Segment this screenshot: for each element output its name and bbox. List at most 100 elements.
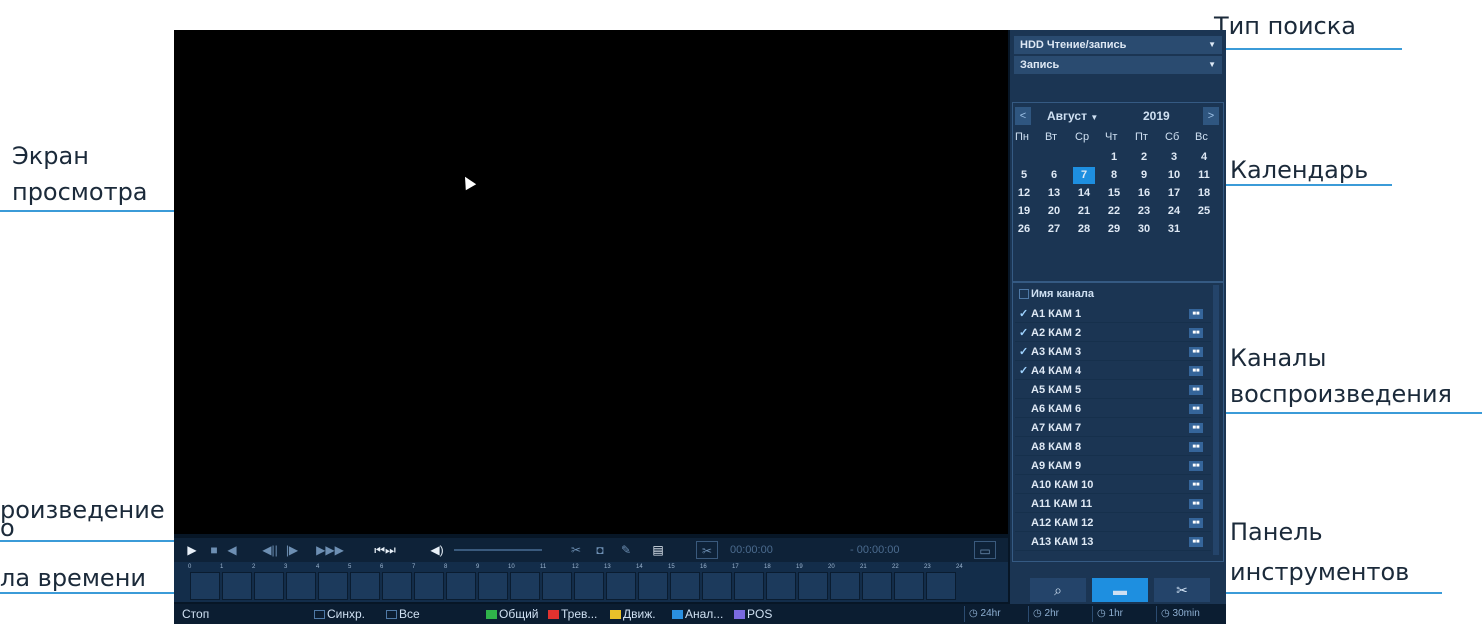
search-source-select[interactable]: HDD Чтение/запись ▼ bbox=[1014, 36, 1222, 54]
slow-icon[interactable]: ◀|| bbox=[260, 541, 280, 559]
calendar-day[interactable]: 17 bbox=[1163, 185, 1185, 202]
checkmark-icon[interactable]: ✓ bbox=[1019, 305, 1031, 323]
calendar-day[interactable]: 3 bbox=[1163, 149, 1185, 166]
all-checkbox[interactable]: Все bbox=[386, 604, 420, 624]
channel-row[interactable]: ✓ A1 КАМ 1 ■■ bbox=[1015, 305, 1211, 323]
timeline-cell[interactable] bbox=[638, 572, 668, 600]
calendar-day[interactable]: 25 bbox=[1193, 203, 1215, 220]
checkmark-icon[interactable]: ✓ bbox=[1019, 343, 1031, 361]
zoom-button[interactable]: ◷ 24hr bbox=[964, 606, 1005, 622]
channel-row[interactable]: ✓ A3 КАМ 3 ■■ bbox=[1015, 343, 1211, 361]
volume-slider[interactable] bbox=[454, 549, 542, 551]
calendar-day[interactable]: 31 bbox=[1163, 221, 1185, 238]
timeline-cell[interactable] bbox=[574, 572, 604, 600]
calendar-day[interactable]: 12 bbox=[1013, 185, 1035, 202]
record-type-icon[interactable]: ■■ bbox=[1189, 442, 1203, 452]
calendar-day[interactable]: 16 bbox=[1133, 185, 1155, 202]
channel-row[interactable]: A5 КАМ 5 ■■ bbox=[1015, 381, 1211, 399]
channel-row[interactable]: A10 КАМ 10 ■■ bbox=[1015, 476, 1211, 494]
timeline-cell[interactable] bbox=[862, 572, 892, 600]
timeline-cell[interactable] bbox=[734, 572, 764, 600]
calendar-day[interactable]: 27 bbox=[1043, 221, 1065, 238]
timeline-cell[interactable] bbox=[478, 572, 508, 600]
calendar-day[interactable]: 1 bbox=[1103, 149, 1125, 166]
sync-checkbox[interactable]: Синхр. bbox=[314, 604, 365, 624]
clip-icon[interactable]: ✂ bbox=[696, 541, 718, 559]
calendar-day[interactable]: 20 bbox=[1043, 203, 1065, 220]
channel-row[interactable]: A7 КАМ 7 ■■ bbox=[1015, 419, 1211, 437]
skip-icon[interactable]: ⏮⏭ bbox=[362, 541, 408, 559]
timeline-cell[interactable] bbox=[510, 572, 540, 600]
calendar-day[interactable]: 11 bbox=[1193, 167, 1215, 184]
record-type-icon[interactable]: ■■ bbox=[1189, 366, 1203, 376]
timeline-cell[interactable] bbox=[606, 572, 636, 600]
timeline-cell[interactable] bbox=[798, 572, 828, 600]
camera-icon[interactable]: ◘ bbox=[592, 541, 608, 559]
timeline-cell[interactable] bbox=[254, 572, 284, 600]
step-icon[interactable]: |▶ bbox=[282, 541, 302, 559]
calendar-day[interactable]: 9 bbox=[1133, 167, 1155, 184]
calendar-day[interactable]: 23 bbox=[1133, 203, 1155, 220]
calendar-day[interactable]: 26 bbox=[1013, 221, 1035, 238]
checkmark-icon[interactable]: ✓ bbox=[1019, 362, 1031, 380]
record-type-icon[interactable]: ■■ bbox=[1189, 328, 1203, 338]
timeline-bar[interactable]: 0 1 2 3 4 5 6 7 8 9 10 11 12 13 14 15 16 17 18 19 20 21 22 23 24 bbox=[174, 562, 1008, 602]
save-icon[interactable]: ▭ bbox=[974, 541, 996, 559]
calendar-day[interactable]: 10 bbox=[1163, 167, 1185, 184]
channel-row[interactable]: ✓ A4 КАМ 4 ■■ bbox=[1015, 362, 1211, 380]
calendar-day[interactable]: 6 bbox=[1043, 167, 1065, 184]
timeline-cell[interactable] bbox=[382, 572, 412, 600]
channel-scrollbar[interactable] bbox=[1213, 285, 1219, 555]
stop-icon[interactable]: ■ bbox=[206, 541, 222, 559]
timeline-cell[interactable] bbox=[926, 572, 956, 600]
display-mode-icon[interactable]: ▤ bbox=[646, 541, 670, 559]
zoom-button[interactable]: ◷ 30min bbox=[1156, 606, 1204, 622]
record-type-icon[interactable]: ■■ bbox=[1189, 518, 1203, 528]
timeline-cell[interactable] bbox=[894, 572, 924, 600]
calendar-day[interactable]: 22 bbox=[1103, 203, 1125, 220]
year-field[interactable]: 2019 bbox=[1135, 107, 1191, 125]
calendar-day[interactable]: 29 bbox=[1103, 221, 1125, 238]
channel-row[interactable]: ✓ A2 КАМ 2 ■■ bbox=[1015, 324, 1211, 342]
zoom-button[interactable]: ◷ 1hr bbox=[1092, 606, 1127, 622]
timeline-cell[interactable] bbox=[350, 572, 380, 600]
time-start-field[interactable]: 00:00:00 bbox=[730, 541, 816, 559]
channel-row[interactable]: A9 КАМ 9 ■■ bbox=[1015, 457, 1211, 475]
play-icon[interactable]: ▶ bbox=[184, 541, 200, 559]
channel-row[interactable]: A11 КАМ 11 ■■ bbox=[1015, 495, 1211, 513]
calendar-day[interactable]: 30 bbox=[1133, 221, 1155, 238]
record-type-icon[interactable]: ■■ bbox=[1189, 499, 1203, 509]
timeline-cell[interactable] bbox=[766, 572, 796, 600]
record-type-icon[interactable]: ■■ bbox=[1189, 480, 1203, 490]
volume-icon[interactable]: ◀) bbox=[426, 541, 448, 559]
month-select[interactable]: Август ▼ bbox=[1037, 107, 1127, 125]
channel-row[interactable]: A13 КАМ 13 ■■ bbox=[1015, 533, 1211, 551]
channel-row[interactable]: A6 КАМ 6 ■■ bbox=[1015, 400, 1211, 418]
timeline-cell[interactable] bbox=[414, 572, 444, 600]
cut-icon[interactable]: ✂ bbox=[568, 541, 584, 559]
timeline-cell[interactable] bbox=[830, 572, 860, 600]
record-type-icon[interactable]: ■■ bbox=[1189, 461, 1203, 471]
calendar-day[interactable]: 7 bbox=[1073, 167, 1095, 184]
calendar-day[interactable]: 21 bbox=[1073, 203, 1095, 220]
calendar-day[interactable]: 24 bbox=[1163, 203, 1185, 220]
calendar-day[interactable]: 8 bbox=[1103, 167, 1125, 184]
timeline-cell[interactable] bbox=[318, 572, 348, 600]
calendar-day[interactable]: 13 bbox=[1043, 185, 1065, 202]
view-screen[interactable] bbox=[174, 30, 1008, 534]
time-end-field[interactable]: - 00:00:00 bbox=[850, 541, 942, 559]
calendar-day[interactable]: 19 bbox=[1013, 203, 1035, 220]
file-tool-button[interactable]: ▬ bbox=[1092, 578, 1148, 602]
calendar-day[interactable]: 18 bbox=[1193, 185, 1215, 202]
calendar-day[interactable]: 28 bbox=[1073, 221, 1095, 238]
channel-row[interactable]: A12 КАМ 12 ■■ bbox=[1015, 514, 1211, 532]
search-type-select[interactable]: Запись ▼ bbox=[1014, 56, 1222, 74]
calendar-day[interactable]: 2 bbox=[1133, 149, 1155, 166]
record-type-icon[interactable]: ■■ bbox=[1189, 347, 1203, 357]
record-type-icon[interactable]: ■■ bbox=[1189, 404, 1203, 414]
channel-list-header[interactable]: Имя канала bbox=[1015, 285, 1211, 303]
timeline-cell[interactable] bbox=[190, 572, 220, 600]
timeline-cell[interactable] bbox=[542, 572, 572, 600]
calendar-day[interactable]: 4 bbox=[1193, 149, 1215, 166]
prev-month-button[interactable]: < bbox=[1015, 107, 1031, 125]
